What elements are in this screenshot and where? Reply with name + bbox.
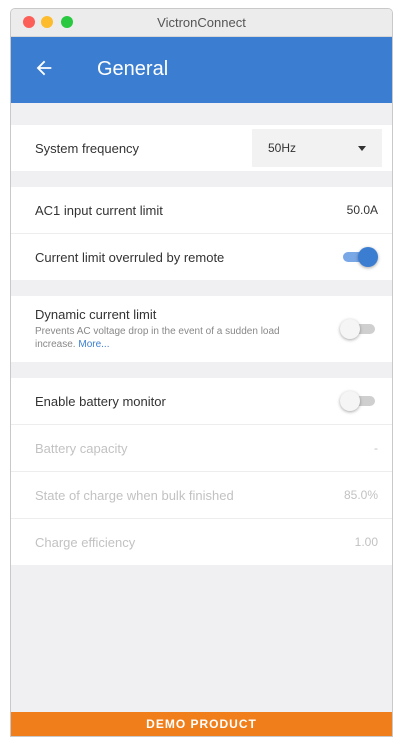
enable-battery-monitor-row: Enable battery monitor xyxy=(11,378,392,424)
system-frequency-label: System frequency xyxy=(35,140,140,156)
charge-efficiency-label: Charge efficiency xyxy=(35,534,136,550)
battery-monitor-group: Enable battery monitor Battery capacity … xyxy=(11,378,392,565)
ac1-input-current-limit-label: AC1 input current limit xyxy=(35,202,163,218)
dynamic-current-limit-text: Dynamic current limit Prevents AC voltag… xyxy=(35,307,340,351)
ac1-input-current-limit-row[interactable]: AC1 input current limit 50.0A xyxy=(11,187,392,233)
app-window: VictronConnect General System frequency … xyxy=(10,8,393,737)
window-titlebar: VictronConnect xyxy=(11,9,392,37)
state-of-charge-row: State of charge when bulk finished 85.0% xyxy=(11,471,392,518)
window-title: VictronConnect xyxy=(157,15,246,30)
more-link[interactable]: More... xyxy=(78,339,109,350)
page-title: General xyxy=(97,58,169,80)
system-frequency-value: 50Hz xyxy=(268,141,297,155)
toggle-knob xyxy=(340,319,360,339)
frequency-group: System frequency 50Hz xyxy=(11,125,392,171)
ac1-input-current-limit-value: 50.0A xyxy=(346,203,378,217)
dynamic-current-limit-toggle[interactable] xyxy=(340,319,378,339)
dynamic-description-text: Prevents AC voltage drop in the event of… xyxy=(35,326,280,350)
overruled-by-remote-row: Current limit overruled by remote xyxy=(11,233,392,280)
state-of-charge-value: 85.0% xyxy=(343,488,378,502)
system-frequency-row: System frequency 50Hz xyxy=(11,125,392,171)
dynamic-current-limit-description: Prevents AC voltage drop in the event of… xyxy=(35,325,340,351)
battery-capacity-value: - xyxy=(374,441,378,455)
charge-efficiency-row: Charge efficiency 1.00 xyxy=(11,518,392,565)
overruled-by-remote-toggle[interactable] xyxy=(340,247,378,267)
toggle-knob xyxy=(358,247,378,267)
back-arrow-icon[interactable] xyxy=(33,57,55,79)
charge-efficiency-value: 1.00 xyxy=(354,535,378,549)
state-of-charge-label: State of charge when bulk finished xyxy=(35,487,234,503)
caret-down-icon xyxy=(358,145,366,151)
dynamic-current-limit-label: Dynamic current limit xyxy=(35,307,157,322)
battery-capacity-label: Battery capacity xyxy=(35,440,128,456)
battery-capacity-row: Battery capacity - xyxy=(11,424,392,471)
current-limit-group: AC1 input current limit 50.0A Current li… xyxy=(11,187,392,280)
enable-battery-monitor-toggle[interactable] xyxy=(340,391,378,411)
demo-product-banner: DEMO PRODUCT xyxy=(11,712,392,736)
dynamic-current-limit-row: Dynamic current limit Prevents AC voltag… xyxy=(11,296,392,362)
enable-battery-monitor-label: Enable battery monitor xyxy=(35,393,166,409)
app-header: General xyxy=(11,37,392,103)
dynamic-limit-group: Dynamic current limit Prevents AC voltag… xyxy=(11,296,392,362)
toggle-knob xyxy=(340,391,360,411)
overruled-by-remote-label: Current limit overruled by remote xyxy=(35,249,225,265)
system-frequency-select[interactable]: 50Hz xyxy=(252,129,382,167)
